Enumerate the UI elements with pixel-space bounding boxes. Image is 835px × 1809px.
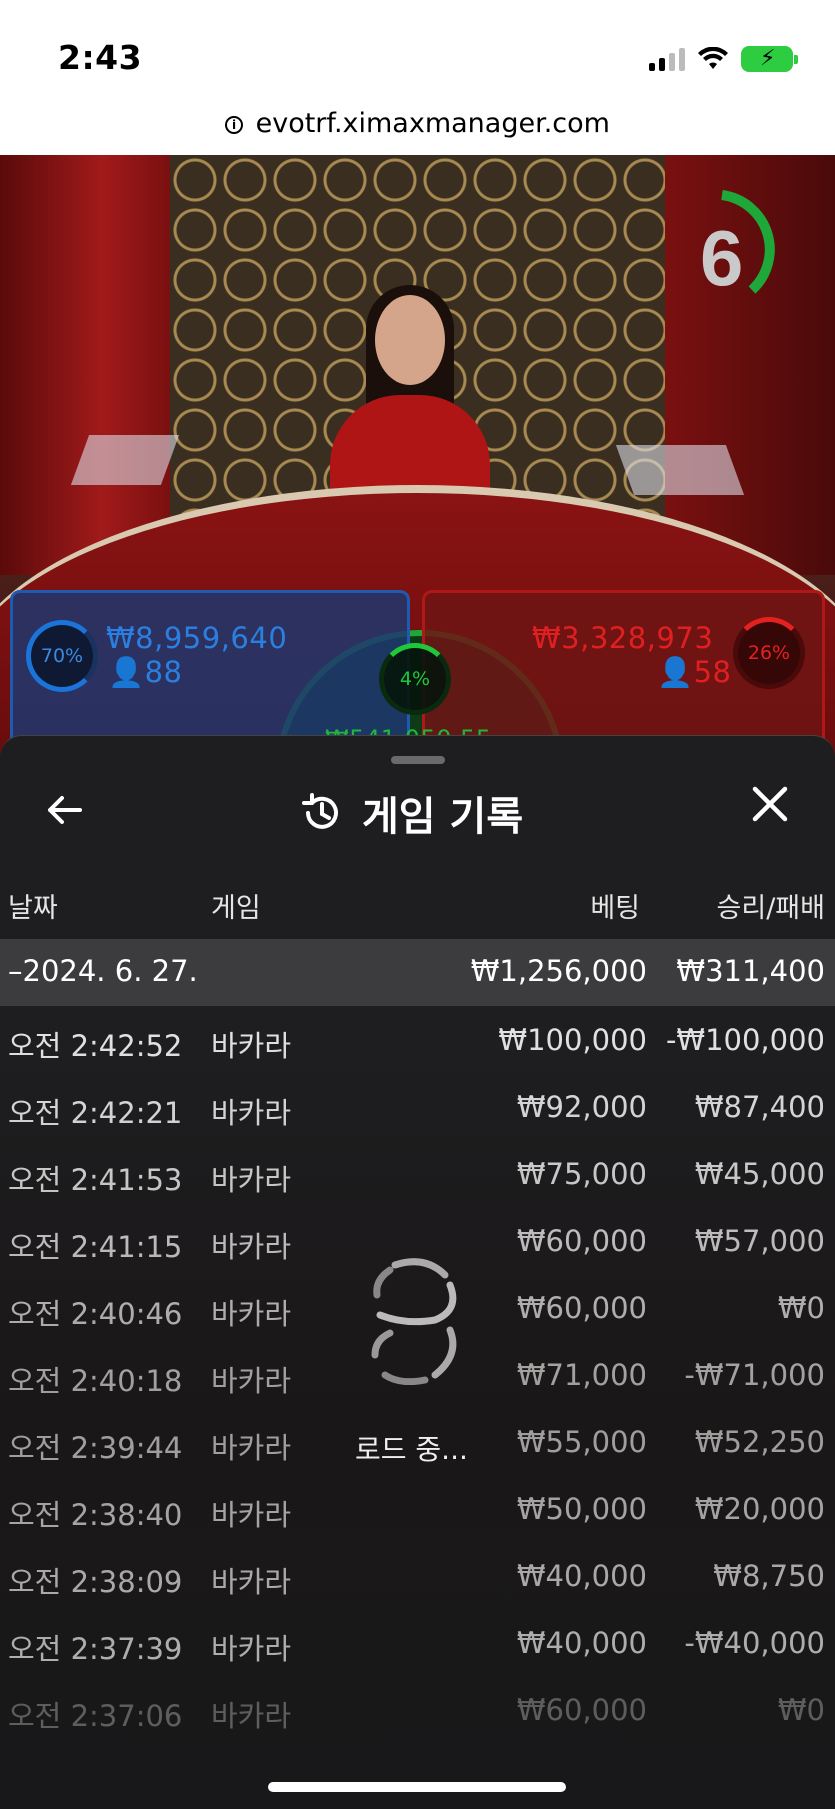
history-row[interactable]: 오전 2:38:40 바카라 ₩50,000 ₩20,000 xyxy=(0,1475,835,1542)
history-row[interactable]: 오전 2:37:39 바카라 ₩40,000 -₩40,000 xyxy=(0,1609,835,1676)
user-icon: 👤 xyxy=(657,655,694,689)
row-bet: ₩60,000 xyxy=(516,1224,647,1258)
row-bet: ₩50,000 xyxy=(516,1492,647,1526)
loading-text: 로드 중... xyxy=(355,1433,468,1466)
row-bet: ₩55,000 xyxy=(516,1425,647,1459)
back-button[interactable] xyxy=(42,788,86,832)
wifi-icon xyxy=(698,47,728,69)
battery-charging-icon: ⚡ xyxy=(741,46,798,72)
url-text: evotrf.ximaxmanager.com xyxy=(255,108,610,139)
summary-winloss: ₩311,400 xyxy=(676,954,825,988)
row-bet: ₩75,000 xyxy=(516,1157,647,1191)
curtain-left xyxy=(0,155,170,575)
column-header-game[interactable]: 게임 xyxy=(211,886,261,925)
card-shoe xyxy=(70,435,180,485)
summary-date: –2024. 6. 27. xyxy=(8,954,198,988)
row-game: 바카라 xyxy=(211,1297,292,1331)
history-row[interactable]: 오전 2:42:21 바카라 ₩92,000 ₩87,400 xyxy=(0,1073,835,1140)
column-header-winloss[interactable]: 승리/패배 xyxy=(717,886,825,925)
sheet-header: 게임 기록 xyxy=(300,784,523,842)
row-bet: ₩92,000 xyxy=(516,1090,647,1124)
row-bet: ₩60,000 xyxy=(516,1291,647,1325)
row-time: 오전 2:42:21 xyxy=(8,1096,183,1130)
sheet-title: 게임 기록 xyxy=(362,794,524,840)
row-bet: ₩40,000 xyxy=(516,1626,647,1660)
row-time: 오전 2:38:40 xyxy=(8,1498,183,1532)
status-icons: ⚡ xyxy=(649,46,798,72)
banker-bettor-count: 👤58 xyxy=(657,655,732,689)
row-winloss: ₩8,750 xyxy=(713,1559,825,1593)
row-game: 바카라 xyxy=(211,1230,292,1264)
countdown-timer: 6 xyxy=(700,214,744,302)
summary-bet: ₩1,256,000 xyxy=(470,954,647,988)
history-row[interactable]: 오전 2:37:06 바카라 ₩60,000 ₩0 xyxy=(0,1676,835,1743)
arrow-left-icon xyxy=(48,796,82,824)
row-winloss: -₩71,000 xyxy=(684,1358,825,1392)
date-summary-row[interactable]: –2024. 6. 27. ₩1,256,000 ₩311,400 xyxy=(0,939,835,1006)
row-bet: ₩100,000 xyxy=(498,1023,647,1057)
banker-percent: 26% xyxy=(733,617,805,689)
player-percent: 70% xyxy=(26,620,98,692)
history-row[interactable]: 오전 2:41:53 바카라 ₩75,000 ₩45,000 xyxy=(0,1140,835,1207)
row-game: 바카라 xyxy=(211,1096,292,1130)
close-button[interactable] xyxy=(748,784,792,828)
history-row[interactable]: 오전 2:38:09 바카라 ₩40,000 ₩8,750 xyxy=(0,1542,835,1609)
sheet-drag-handle[interactable] xyxy=(391,756,445,764)
row-winloss: -₩100,000 xyxy=(665,1023,825,1057)
row-time: 오전 2:37:06 xyxy=(8,1699,183,1733)
history-icon xyxy=(302,793,338,829)
row-game: 바카라 xyxy=(211,1565,292,1599)
row-time: 오전 2:40:18 xyxy=(8,1364,183,1398)
row-winloss: ₩87,400 xyxy=(694,1090,825,1124)
row-time: 오전 2:39:44 xyxy=(8,1431,183,1465)
row-winloss: ₩45,000 xyxy=(694,1157,825,1191)
tie-percent: 4% xyxy=(379,643,451,715)
column-header-date[interactable]: 날짜 xyxy=(8,886,58,925)
row-game: 바카라 xyxy=(211,1163,292,1197)
row-game: 바카라 xyxy=(211,1498,292,1532)
info-icon: i xyxy=(225,116,244,134)
row-time: 오전 2:40:46 xyxy=(8,1297,183,1331)
row-winloss: ₩52,250 xyxy=(694,1425,825,1459)
home-indicator[interactable] xyxy=(268,1782,566,1792)
row-time: 오전 2:42:52 xyxy=(8,1029,183,1063)
row-game: 바카라 xyxy=(211,1699,292,1733)
row-time: 오전 2:38:09 xyxy=(8,1565,183,1599)
loading-spinner-icon xyxy=(371,1258,457,1385)
row-game: 바카라 xyxy=(211,1029,292,1063)
row-game: 바카라 xyxy=(211,1431,292,1465)
user-icon: 👤 xyxy=(108,655,145,689)
row-winloss: ₩0 xyxy=(777,1291,825,1325)
row-winloss: ₩57,000 xyxy=(694,1224,825,1258)
row-time: 오전 2:41:15 xyxy=(8,1230,183,1264)
player-bet-amount: ₩8,959,640 xyxy=(106,621,288,655)
row-bet: ₩40,000 xyxy=(516,1559,647,1593)
row-winloss: ₩0 xyxy=(777,1693,825,1727)
row-bet: ₩71,000 xyxy=(516,1358,647,1392)
row-time: 오전 2:37:39 xyxy=(8,1632,183,1666)
history-row[interactable]: 오전 2:42:52 바카라 ₩100,000 -₩100,000 xyxy=(0,1006,835,1073)
banker-bet-amount: ₩3,328,973 xyxy=(532,621,714,655)
row-game: 바카라 xyxy=(211,1364,292,1398)
player-bettor-count: 👤88 xyxy=(108,655,183,689)
row-game: 바카라 xyxy=(211,1632,292,1666)
status-time: 2:43 xyxy=(58,38,143,77)
url-bar[interactable]: i evotrf.ximaxmanager.com xyxy=(0,100,835,155)
cellular-signal-icon xyxy=(649,47,685,71)
close-icon xyxy=(752,786,788,822)
status-bar: 2:43 ⚡ xyxy=(0,0,835,100)
row-winloss: -₩40,000 xyxy=(684,1626,825,1660)
row-winloss: ₩20,000 xyxy=(694,1492,825,1526)
row-bet: ₩60,000 xyxy=(516,1693,647,1727)
row-time: 오전 2:41:53 xyxy=(8,1163,183,1197)
card-shoe xyxy=(615,445,745,495)
column-header-bet[interactable]: 베팅 xyxy=(590,886,640,925)
